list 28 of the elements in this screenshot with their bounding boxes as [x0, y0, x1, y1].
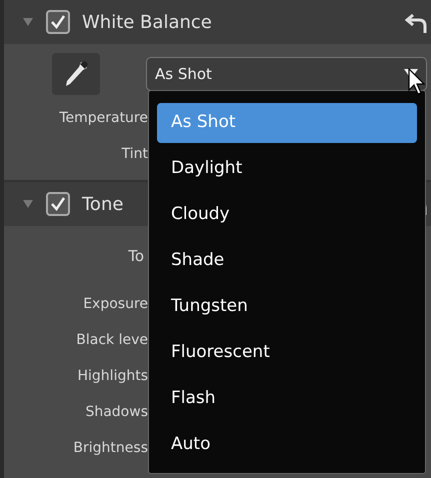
dropdown-option[interactable]: Auto — [157, 425, 417, 465]
slider-label: Temperature — [58, 108, 149, 128]
expand-triangle-icon[interactable] — [22, 199, 34, 209]
eyedropper-button[interactable] — [52, 53, 100, 95]
expand-triangle-icon[interactable] — [22, 17, 34, 27]
section-title: Tone — [82, 192, 124, 216]
eyedropper-icon — [63, 60, 89, 88]
section-title: White Balance — [82, 10, 212, 34]
preset-select[interactable]: As Shot — [146, 57, 427, 91]
slider-label: Tint — [120, 144, 149, 164]
dropdown-option[interactable]: Daylight — [157, 149, 417, 189]
slider-label: Shadows — [84, 402, 149, 422]
slider-label: Brightness — [72, 438, 149, 458]
dropdown-option[interactable]: Cloudy — [157, 195, 417, 235]
enable-checkbox[interactable] — [46, 192, 70, 216]
enable-checkbox[interactable] — [46, 10, 70, 34]
checkmark-icon — [49, 195, 67, 213]
slider-label: Exposure — [82, 294, 149, 314]
section-header[interactable]: White Balance — [4, 0, 431, 44]
dropdown-option[interactable]: Fluorescent — [157, 333, 417, 373]
dropdown-option[interactable]: Flash — [157, 379, 417, 419]
tone-label: To — [127, 246, 145, 267]
slider-label: Highlights — [76, 366, 149, 386]
slider-label: Black leve — [75, 330, 149, 350]
dropdown-option[interactable]: Tungsten — [157, 287, 417, 327]
dropdown-option[interactable]: Shade — [157, 241, 417, 281]
undo-icon[interactable] — [405, 11, 427, 33]
checkmark-icon — [49, 13, 67, 31]
